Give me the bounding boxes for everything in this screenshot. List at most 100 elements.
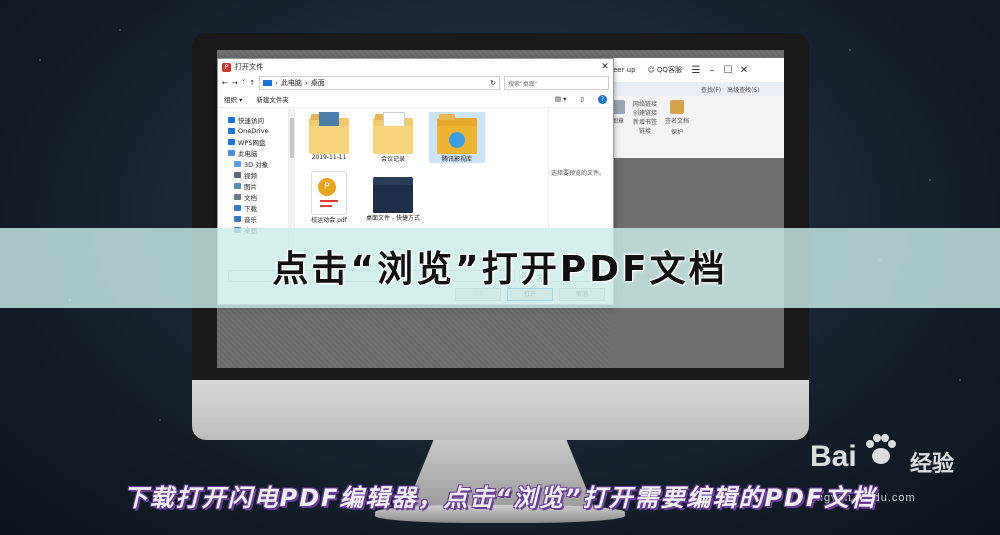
sidebar-item[interactable]: 此电脑 [218,147,288,158]
watermark-brand: Bai [810,440,857,473]
file-name: 2019-11-11 [311,154,347,161]
links-group-label: 链接 [639,128,652,135]
app-logo-icon: P [222,62,231,72]
file-list: 2019-11-11 会议记录 腾讯影视库 P 校运动会.pdf 桌面文件 - … [295,108,548,248]
chevron-down-icon[interactable]: ˅ [242,79,246,87]
tab-advanced-find[interactable]: 高级查找(S) [727,85,760,94]
sidebar-item[interactable]: 快速访问 [218,114,288,125]
qq-support[interactable]: ☺ QQ客服 [648,65,682,75]
sign-icon [670,100,685,114]
sidebar-item-label: 视频 [244,171,257,180]
navigation-pane: 快速访问OneDriveWPS网盘此电脑3D 对象视频图片文档下载音乐桌面 [218,108,289,248]
sidebar-item[interactable]: WPS网盘 [218,136,288,147]
dialog-titlebar: P 打开文件 ✕ [218,59,613,75]
sidebar-item-label: 此电脑 [238,149,258,158]
app-ribbon: 图章 网络链接 创建链接 新增书签 链接 签名文档 保护 [609,96,784,140]
sidebar-item-label: WPS网盘 [238,138,266,147]
folder-icon [228,149,235,156]
forward-arrow-icon[interactable]: → [232,79,238,87]
add-bookmark-button[interactable]: 新增书签 [633,118,657,127]
ribbon-sign[interactable]: 签名文档 保护 [665,100,689,136]
sidebar-item-label: 文档 [244,193,257,202]
video-folder-icon [437,112,477,154]
minimize-icon[interactable]: – [704,65,720,76]
folder-icon [309,112,349,154]
folder-icon [234,160,241,167]
pdf-file-icon: P [311,171,347,215]
breadcrumb-this-pc[interactable]: 此电脑 [281,78,302,88]
back-arrow-icon[interactable]: ← [222,79,228,87]
nav-scrollbar[interactable] [289,108,295,248]
sidebar-item[interactable]: 视频 [218,169,288,180]
caption-subtitle: 下载打开闪电PDF编辑器，点击“浏览”打开需要编辑的PDF文档 [123,484,877,512]
file-name: 桌面文件 - 快捷方式 [366,215,420,222]
folder-icon [373,112,413,154]
sidebar-item[interactable]: 3D 对象 [218,158,288,169]
file-name: 会议记录 [380,156,405,163]
folder-icon [234,204,241,211]
file-name: 校运动会.pdf [311,217,347,224]
list-item[interactable]: P 校运动会.pdf [301,171,357,224]
folder-icon [234,171,241,178]
sidebar-item[interactable]: OneDrive [218,125,288,136]
maximize-icon[interactable]: ☐ [720,65,736,76]
address-row: ← → ˅ ↑ › 此电脑 › 桌面 ↻ 搜索"桌面" [218,75,613,91]
up-arrow-icon[interactable]: ↑ [249,79,255,87]
shortcut-folder-icon [373,171,413,213]
caption-main: 点击“浏览”打开PDF文档 [272,249,728,290]
app-tab-row: 查找(F) 高级查找(S) [609,82,784,96]
menu-icon[interactable]: ☰ [688,65,704,76]
create-link-button[interactable]: 创建链接 [633,109,657,118]
sign-label: 签名文档 [665,118,690,125]
refresh-icon[interactable]: ↻ [490,79,499,87]
watermark-brand-cn: 经验 [910,452,955,477]
search-input[interactable]: 搜索"桌面" [504,76,609,90]
qq-label: QQ客服 [656,66,682,74]
smile-icon: ☺ [647,66,655,74]
background-pdf-app: eer up ☺ QQ客服 ☰ – ☐ ✕ 查找(F) 高级查找(S) 图章 网… [609,58,784,158]
preview-pane-icon[interactable]: ▯ [580,95,584,103]
list-item[interactable]: 腾讯影视库 [429,112,485,163]
folder-icon [228,138,235,145]
app-title-fragment: eer up [613,66,636,74]
sidebar-item[interactable]: 文档 [218,191,288,202]
sidebar-item-label: 音乐 [244,215,257,224]
ribbon-links: 网络链接 创建链接 新增书签 链接 [633,100,657,136]
list-item[interactable]: 桌面文件 - 快捷方式 [365,171,421,224]
dialog-toolbar: 组织 ▾ 新建文件夹 ▤ ▾ ▯ ? [218,91,613,108]
web-link-button[interactable]: 网络链接 [633,100,657,109]
sidebar-item-label: 3D 对象 [244,160,269,169]
sidebar-item-label: 快速访问 [238,116,264,125]
sidebar-item-label: 图片 [244,182,257,191]
list-item[interactable]: 2019-11-11 [301,112,357,163]
breadcrumb-sep: › [275,79,278,87]
folder-icon [234,215,241,222]
close-icon[interactable]: ✕ [736,65,752,76]
tab-find[interactable]: 查找(F) [701,85,721,94]
sidebar-item-label: OneDrive [238,126,269,135]
view-options-icon[interactable]: ▤ ▾ [555,95,566,103]
breadcrumb-sep: › [304,79,308,87]
sidebar-item[interactable]: 图片 [218,180,288,191]
app-titlebar: eer up ☺ QQ客服 ☰ – ☐ ✕ [609,58,784,82]
paw-icon [866,434,896,464]
monitor-chin [192,380,809,440]
sidebar-item[interactable]: 音乐 [218,213,288,224]
sidebar-item[interactable]: 下载 [218,202,288,213]
dialog-body: 快速访问OneDriveWPS网盘此电脑3D 对象视频图片文档下载音乐桌面 20… [218,108,613,248]
new-folder-button[interactable]: 新建文件夹 [256,94,289,104]
protect-group-label: 保护 [671,129,684,136]
folder-icon [234,193,241,200]
close-icon[interactable]: ✕ [597,62,613,72]
folder-icon [234,182,241,189]
folder-icon [228,127,235,134]
pc-icon [263,80,273,86]
folder-icon [228,116,235,123]
breadcrumb-desktop[interactable]: 桌面 [311,78,325,88]
file-name: 腾讯影视库 [441,156,472,163]
help-icon[interactable]: ? [598,94,607,104]
organize-menu[interactable]: 组织 ▾ [224,94,242,104]
address-bar[interactable]: › 此电脑 › 桌面 ↻ [259,76,500,90]
dialog-title: 打开文件 [235,63,263,71]
list-item[interactable]: 会议记录 [365,112,421,163]
